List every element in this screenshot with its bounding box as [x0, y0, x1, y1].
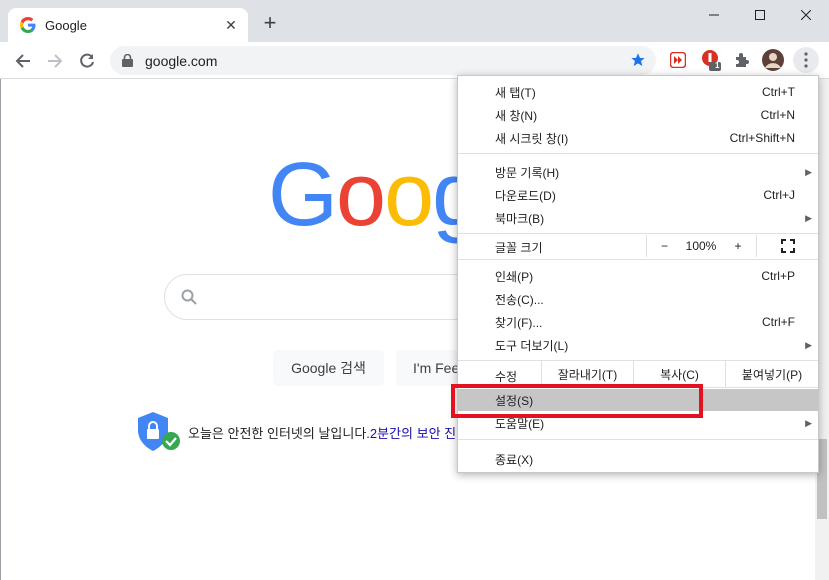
menu-item-label: 새 시크릿 창(I): [495, 131, 569, 146]
menu-item-more-tools[interactable]: 도구 더보기(L) ▶: [458, 334, 818, 356]
edit-label: 수정: [495, 370, 518, 384]
chrome-menu-button[interactable]: [793, 47, 819, 73]
menu-separator: [458, 233, 818, 234]
close-icon: [801, 10, 811, 20]
close-window-button[interactable]: [783, 0, 829, 30]
back-button[interactable]: [9, 47, 37, 75]
menu-item-shortcut: Ctrl+P: [761, 269, 795, 283]
browser-toolbar: google.com 1: [0, 42, 829, 79]
browser-tab[interactable]: Google ✕: [8, 8, 248, 42]
menu-item-cast[interactable]: 전송(C)...: [458, 288, 818, 310]
submenu-arrow-icon: ▶: [805, 417, 812, 428]
submenu-arrow-icon: ▶: [805, 339, 812, 350]
reload-button[interactable]: [73, 47, 101, 75]
submenu-arrow-icon: ▶: [805, 212, 812, 223]
menu-item-bookmarks[interactable]: 북마크(B) ▶: [458, 207, 818, 229]
menu-item-shortcut: Ctrl+N: [760, 108, 795, 122]
profile-avatar[interactable]: [761, 48, 785, 72]
zoom-in-button[interactable]: +: [720, 235, 756, 257]
menu-item-label: 북마크(B): [495, 211, 545, 226]
star-bookmark-icon[interactable]: [630, 52, 646, 68]
arrow-left-icon: [15, 54, 30, 68]
menu-separator: [458, 439, 818, 440]
reload-icon: [80, 53, 94, 68]
url-text: google.com: [145, 52, 218, 69]
maximize-button[interactable]: [737, 0, 783, 30]
arrow-right-icon: [48, 54, 63, 68]
menu-item-shortcut: Ctrl+F: [762, 315, 795, 329]
zoom-level: 100%: [685, 239, 717, 253]
menu-zoom-row: 글꼴 크기 − 100% +: [458, 235, 818, 257]
menu-item-find[interactable]: 찾기(F)... Ctrl+F: [458, 311, 818, 333]
kebab-menu-icon: [804, 52, 808, 68]
menu-item-label: 종료(X): [495, 452, 534, 467]
menu-item-shortcut: Ctrl+J: [763, 188, 795, 202]
forward-button[interactable]: [41, 47, 69, 75]
logo-letter: o: [336, 145, 386, 245]
shield-lock-icon: [138, 412, 180, 451]
extensions-puzzle-icon[interactable]: [730, 48, 754, 72]
menu-item-new-tab[interactable]: 새 탭(T) Ctrl+T: [458, 81, 818, 103]
menu-item-label: 새 창(N): [495, 108, 538, 123]
search-icon: [181, 289, 197, 305]
lucky-button[interactable]: I'm Fee: [396, 350, 466, 386]
extension-adblock-icon[interactable]: 1: [699, 48, 723, 72]
menu-item-label: 전송(C)...: [495, 292, 544, 307]
avatar-icon: [762, 49, 784, 71]
menu-item-downloads[interactable]: 다운로드(D) Ctrl+J: [458, 184, 818, 206]
menu-separator: [458, 153, 818, 154]
google-favicon-icon: [20, 17, 36, 33]
menu-item-label: 다운로드(D): [495, 188, 556, 203]
tab-close-icon[interactable]: ✕: [222, 16, 240, 34]
menu-item-shortcut: Ctrl+Shift+N: [729, 131, 795, 145]
logo-letter: G: [268, 145, 338, 245]
settings-highlight-box: [451, 384, 703, 418]
menu-item-new-incognito[interactable]: 새 시크릿 창(I) Ctrl+Shift+N: [458, 127, 818, 149]
maximize-icon: [755, 10, 765, 20]
google-search-button[interactable]: Google 검색: [273, 350, 384, 386]
zoom-out-button[interactable]: −: [646, 235, 682, 257]
menu-item-print[interactable]: 인쇄(P) Ctrl+P: [458, 265, 818, 287]
title-bar: Google ✕ +: [0, 0, 829, 42]
zoom-label: 글꼴 크기: [495, 241, 543, 255]
lock-icon: [122, 54, 133, 67]
extension-video-icon[interactable]: [666, 48, 690, 72]
menu-item-label: 찾기(F)...: [495, 315, 543, 330]
promo-text: 오늘은 안전한 인터넷의 날입니다.: [188, 425, 370, 441]
menu-item-history[interactable]: 방문 기록(H) ▶: [458, 161, 818, 183]
fullscreen-button[interactable]: [756, 235, 818, 257]
fullscreen-icon: [780, 239, 795, 253]
google-logo: Goog: [268, 150, 482, 240]
menu-separator: [458, 259, 818, 260]
extension-badge: 1: [715, 61, 720, 70]
logo-letter: o: [384, 145, 434, 245]
menu-item-label: 인쇄(P): [495, 269, 534, 284]
menu-item-label: 도구 더보기(L): [495, 338, 569, 353]
paste-button[interactable]: 붙여넣기(P): [725, 361, 818, 387]
address-bar[interactable]: google.com: [110, 46, 656, 75]
menu-item-new-window[interactable]: 새 창(N) Ctrl+N: [458, 104, 818, 126]
menu-item-exit[interactable]: 종료(X): [458, 448, 818, 470]
minimize-button[interactable]: [691, 0, 737, 30]
submenu-arrow-icon: ▶: [805, 166, 812, 177]
menu-item-label: 새 탭(T): [495, 85, 536, 100]
tab-title: Google: [45, 17, 87, 33]
menu-item-shortcut: Ctrl+T: [762, 85, 795, 99]
minimize-icon: [709, 14, 719, 16]
menu-item-label: 방문 기록(H): [495, 165, 560, 180]
new-tab-button[interactable]: +: [259, 12, 281, 34]
